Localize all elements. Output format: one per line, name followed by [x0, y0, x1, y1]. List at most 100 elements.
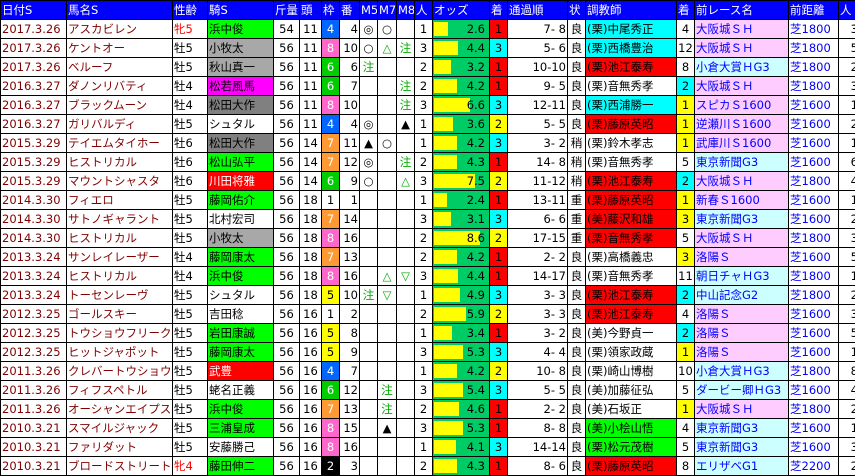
- table-row[interactable]: 2016.3.27ガリバルディ牡5シュタル561144◎▲13.625- 5良(…: [1, 115, 855, 134]
- table-row[interactable]: 2014.3.30フィエロ牡5藤岡佑介56181112.4113-11重(栗)藤…: [1, 191, 855, 210]
- cell-jockey: 三浦皇成: [208, 419, 274, 438]
- cell-m8: [397, 286, 415, 305]
- header-prev-race[interactable]: 前レース名: [695, 1, 789, 20]
- cell-m5: [360, 210, 378, 229]
- header-weight[interactable]: 斤量: [274, 1, 300, 20]
- header-horse[interactable]: 馬名S: [67, 1, 173, 20]
- header-sexage[interactable]: 性齢: [173, 1, 208, 20]
- cell-horse: サトノギャラント: [67, 210, 173, 229]
- cell-sexage: 牡4: [173, 248, 208, 267]
- cell-number: 16: [340, 267, 360, 286]
- table-row[interactable]: 2012.3.25ヒットジャポット牡5藤岡康太56165935.334- 4良(…: [1, 343, 855, 362]
- table-row[interactable]: 2015.3.29ヒストリカル牡6松山弘平5614712◎注24.3114- 8…: [1, 153, 855, 172]
- cell-finish: 3: [490, 438, 508, 457]
- cell-number: 10: [340, 96, 360, 115]
- table-row[interactable]: 2013.3.24トーセンレーヴ牡5シュタル5618510注▽14.933- 3…: [1, 286, 855, 305]
- header-trainer[interactable]: 調教師: [586, 1, 677, 20]
- cell-prev-popularity: 3: [839, 20, 855, 39]
- cell-runners: 14: [300, 153, 322, 172]
- cell-runners: 14: [300, 134, 322, 153]
- cell-date: 2014.3.30: [1, 210, 67, 229]
- cell-m5: [360, 400, 378, 419]
- cell-odds: 2.4: [433, 191, 490, 210]
- cell-date: 2015.3.29: [1, 153, 67, 172]
- cell-popularity: 3: [415, 172, 433, 191]
- header-pop[interactable]: 人: [415, 1, 433, 20]
- cell-number: 4: [340, 115, 360, 134]
- table-row[interactable]: 2016.3.27ブラックムーン牡4松田大作5611810注36.6312-11…: [1, 96, 855, 115]
- cell-date: 2016.3.27: [1, 115, 67, 134]
- table-row[interactable]: 2017.3.26アスカビレン牝5浜中俊541144◎○12.617- 8良(栗…: [1, 20, 855, 39]
- table-row[interactable]: 2017.3.26ベルーフ牡5秋山真一561166注23.2110-10良(栗)…: [1, 58, 855, 77]
- cell-m7: [378, 172, 397, 191]
- header-date[interactable]: 日付S: [1, 1, 67, 20]
- table-row[interactable]: 2015.3.29テイエムタイホー牡6松田大作5614711▲○14.233- …: [1, 134, 855, 153]
- cell-runners: 16: [300, 419, 322, 438]
- cell-date: 2011.3.26: [1, 362, 67, 381]
- table-row[interactable]: 2011.3.26フィフスペトル牡5蛯名正義5616612注35.435- 5良…: [1, 381, 855, 400]
- cell-trainer: (栗)藤原英昭: [586, 457, 677, 476]
- table-row[interactable]: 2013.3.24ヒストリカル牡4浜中俊5618816△▽34.4114-17良…: [1, 267, 855, 286]
- cell-date: 2012.3.25: [1, 305, 67, 324]
- cell-odds: 3.6: [433, 115, 490, 134]
- cell-sexage: 牝4: [173, 457, 208, 476]
- cell-popularity: 1: [415, 191, 433, 210]
- cell-prev-distance: 芝1600: [789, 305, 839, 324]
- cell-odds: 7.5: [433, 172, 490, 191]
- cell-prev-finish: 1: [677, 191, 695, 210]
- header-prev-dist[interactable]: 前距離: [789, 1, 839, 20]
- cell-horse: フィエロ: [67, 191, 173, 210]
- cell-prev-popularity: 2: [839, 457, 855, 476]
- cell-passing: 7- 8: [508, 20, 568, 39]
- table-row[interactable]: 2011.3.26クレバートウショウ牡5武豊56164714.2210- 8良(…: [1, 362, 855, 381]
- cell-prev-finish: 4: [677, 20, 695, 39]
- header-passing[interactable]: 通過順: [508, 1, 568, 20]
- header-m8[interactable]: M8: [397, 1, 415, 20]
- cell-prev-popularity: 2: [839, 58, 855, 77]
- cell-m7: [378, 153, 397, 172]
- cell-m7: ▲: [378, 419, 397, 438]
- cell-m8: [397, 134, 415, 153]
- cell-prev-race: ダービー卿ＨG3: [695, 381, 789, 400]
- table-row[interactable]: 2014.3.30サトノギャラント牡5北村宏司561871433.136- 6重…: [1, 210, 855, 229]
- cell-jockey: 秋山真一: [208, 58, 274, 77]
- cell-horse: マウントシャスタ: [67, 172, 173, 191]
- cell-date: 2015.3.29: [1, 134, 67, 153]
- header-num[interactable]: 番: [340, 1, 360, 20]
- header-gate[interactable]: 枠: [322, 1, 340, 20]
- cell-passing: 14- 8: [508, 153, 568, 172]
- cell-number: 2: [340, 305, 360, 324]
- header-cond[interactable]: 状: [568, 1, 586, 20]
- table-body: 2017.3.26アスカビレン牝5浜中俊541144◎○12.617- 8良(栗…: [1, 20, 855, 476]
- header-finish[interactable]: 着: [490, 1, 508, 20]
- header-prev-finish[interactable]: 着: [677, 1, 695, 20]
- cell-gate: 7: [322, 210, 340, 229]
- cell-date: 2013.3.24: [1, 248, 67, 267]
- table-row[interactable]: 2010.3.21ファリダット牡5安藤勝己561681614.1314-14良(…: [1, 438, 855, 457]
- table-row[interactable]: 2017.3.26ケントオー牡5小牧太5611810○△注34.435- 6良(…: [1, 39, 855, 58]
- cell-prev-popularity: 4: [839, 381, 855, 400]
- header-prev-pop[interactable]: 人: [839, 1, 855, 20]
- cell-gate: 6: [322, 172, 340, 191]
- table-row[interactable]: 2010.3.21ブロードストリート牝4藤田伸二56162324.318- 6良…: [1, 457, 855, 476]
- table-row[interactable]: 2010.3.21スマイルジャック牡5三浦皇成5616815▲35.318- 8…: [1, 419, 855, 438]
- header-runners[interactable]: 頭: [300, 1, 322, 20]
- table-row[interactable]: 2012.3.25トウショウフリーク牡5岩田康誠56165813.413- 2良…: [1, 324, 855, 343]
- header-m5[interactable]: M5: [360, 1, 378, 20]
- cell-date: 2013.3.24: [1, 267, 67, 286]
- table-row[interactable]: 2013.3.24サンレイレーザー牡4藤岡康太561871324.212- 2良…: [1, 248, 855, 267]
- header-jockey[interactable]: 騎S: [208, 1, 274, 20]
- odds-value: 3.6: [434, 115, 488, 133]
- table-row[interactable]: 2016.3.27ダノンリバティ牡4松若風馬561167注24.219- 5良(…: [1, 77, 855, 96]
- table-row[interactable]: 2012.3.25ゴールスキー牡5吉田稔56161225.923- 3良(栗)池…: [1, 305, 855, 324]
- header-m7[interactable]: M7: [378, 1, 397, 20]
- cell-passing: 3- 3: [508, 286, 568, 305]
- table-row[interactable]: 2011.3.26オーシャンエイプス牡5浜中俊5616713注24.612- 2…: [1, 400, 855, 419]
- table-row[interactable]: 2014.3.30ヒストリカル牡5小牧太561881628.6217-15重(栗…: [1, 229, 855, 248]
- cell-m8: △: [397, 172, 415, 191]
- cell-odds: 3.4: [433, 324, 490, 343]
- cell-finish: 3: [490, 96, 508, 115]
- table-row[interactable]: 2015.3.29マウントシャスタ牡6川田将雅561469○△37.5211-1…: [1, 172, 855, 191]
- header-odds[interactable]: オッズ: [433, 1, 490, 20]
- cell-passing: 5- 5: [508, 115, 568, 134]
